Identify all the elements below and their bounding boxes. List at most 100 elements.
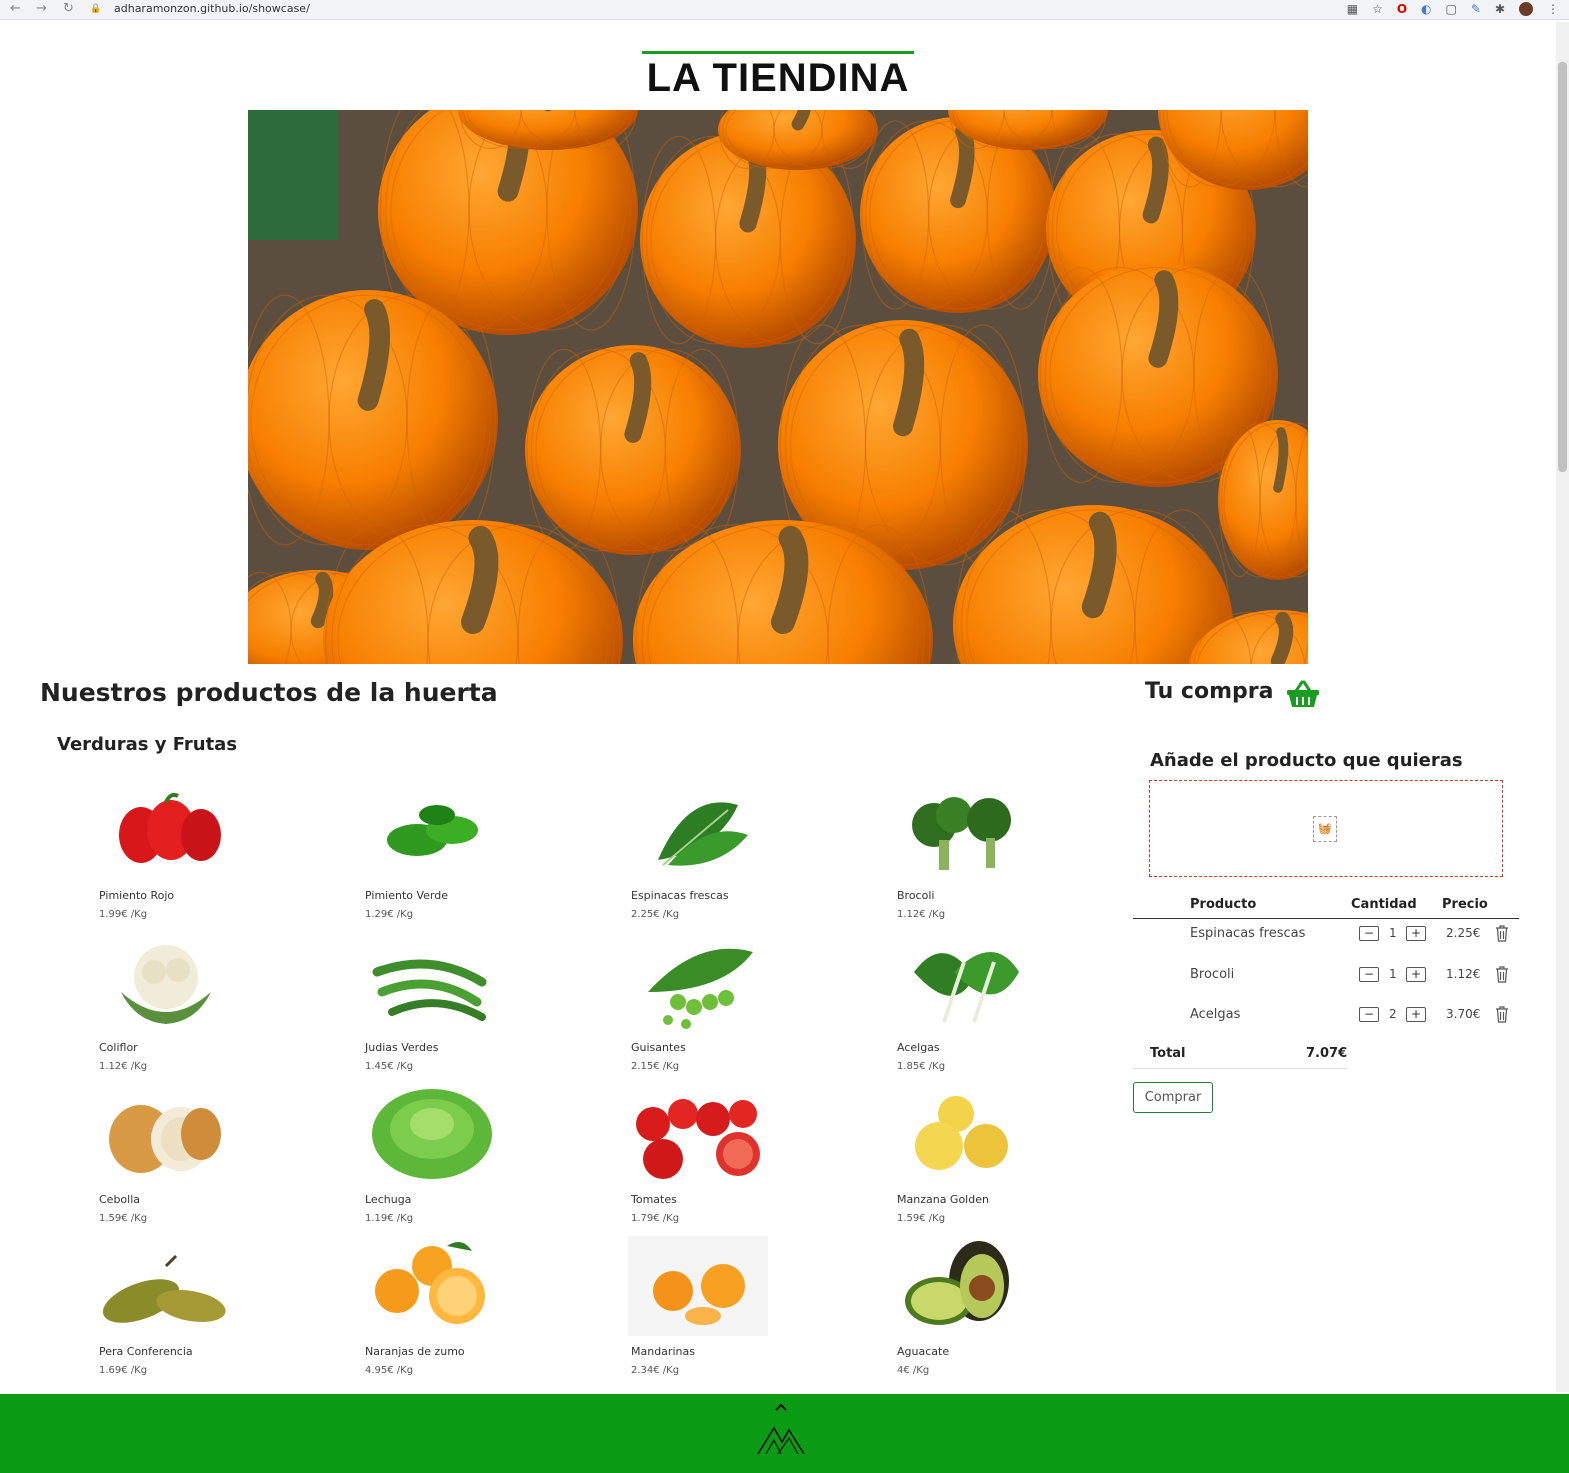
extension-icons: ▦ ☆ O ◐ ▢ ✎ ✱ ⋮	[1347, 1, 1559, 17]
product-card[interactable]: Aguacate 4€ /Kg	[894, 1236, 1160, 1388]
decrease-quantity-button[interactable]: −	[1359, 926, 1379, 941]
products-section-title: Nuestros productos de la huerta	[40, 678, 498, 707]
product-image[interactable]	[96, 1084, 236, 1184]
product-price: 1.29€ /Kg	[365, 909, 414, 920]
product-card[interactable]: Naranjas de zumo 4.95€ /Kg	[362, 1236, 628, 1388]
back-icon[interactable]: ←	[10, 1, 21, 17]
product-name: Guisantes	[631, 1041, 686, 1054]
puzzle-icon[interactable]: ✱	[1495, 1, 1505, 17]
product-name: Cebolla	[99, 1193, 141, 1206]
opera-icon[interactable]: O	[1397, 1, 1407, 17]
avatar[interactable]	[1519, 2, 1533, 16]
product-name: Manzana Golden	[897, 1193, 989, 1206]
product-name: Lechuga	[365, 1193, 412, 1206]
star-icon[interactable]: ☆	[1372, 1, 1383, 17]
menu-icon[interactable]: ⋮	[1547, 1, 1559, 17]
product-image[interactable]	[362, 780, 502, 880]
product-image[interactable]	[628, 780, 768, 880]
product-price: 1.99€ /Kg	[99, 909, 148, 920]
trash-icon[interactable]	[1495, 925, 1509, 942]
pen-icon[interactable]: ✎	[1471, 1, 1481, 17]
product-price: 2.15€ /Kg	[631, 1061, 680, 1072]
product-card[interactable]: Acelgas 1.85€ /Kg	[894, 932, 1160, 1084]
product-price: 1.12€ /Kg	[99, 1061, 148, 1072]
product-price: 1.12€ /Kg	[897, 909, 946, 920]
product-card[interactable]: Pimiento Rojo 1.99€ /Kg	[96, 780, 362, 932]
product-card[interactable]: Lechuga 1.19€ /Kg	[362, 1084, 628, 1236]
product-card[interactable]: Coliflor 1.12€ /Kg	[96, 932, 362, 1084]
browser-toolbar: ← → ↻ 🔒 adharamonzon.github.io/showcase/…	[0, 0, 1569, 20]
product-name: Espinacas frescas	[631, 889, 729, 902]
product-price: 2.34€ /Kg	[631, 1365, 680, 1376]
title-underline	[642, 51, 914, 54]
chevron-up-icon[interactable]	[773, 1402, 789, 1412]
product-image[interactable]	[894, 780, 1034, 880]
product-image[interactable]	[96, 932, 236, 1032]
product-name: Acelgas	[897, 1041, 940, 1054]
lock-icon: 🔒	[90, 4, 102, 14]
trash-icon[interactable]	[1495, 966, 1509, 983]
buy-button[interactable]: Comprar	[1133, 1082, 1213, 1113]
increase-quantity-button[interactable]: +	[1406, 967, 1426, 982]
forward-icon[interactable]: →	[36, 1, 47, 17]
product-image[interactable]	[628, 932, 768, 1032]
reload-icon[interactable]: ↻	[63, 1, 74, 17]
address-bar[interactable]: 🔒 adharamonzon.github.io/showcase/	[90, 1, 1310, 18]
cart-quantity: 2	[1389, 1007, 1397, 1021]
product-price: 1.45€ /Kg	[365, 1061, 414, 1072]
product-card[interactable]: Judias Verdes 1.45€ /Kg	[362, 932, 628, 1084]
product-name: Mandarinas	[631, 1345, 695, 1358]
product-image[interactable]	[894, 1236, 1034, 1336]
product-image[interactable]	[96, 780, 236, 880]
cart-header-divider	[1133, 918, 1519, 919]
pumpkins-image	[248, 110, 1308, 664]
product-card[interactable]: Pera Conferencia 1.69€ /Kg	[96, 1236, 362, 1388]
product-card[interactable]: Guisantes 2.15€ /Kg	[628, 932, 894, 1084]
total-divider	[1133, 1068, 1347, 1069]
product-card[interactable]: Pimiento Verde 1.29€ /Kg	[362, 780, 628, 932]
product-image[interactable]	[362, 1084, 502, 1184]
product-image[interactable]	[894, 1084, 1034, 1184]
product-image[interactable]	[362, 932, 502, 1032]
product-name: Tomates	[631, 1193, 677, 1206]
product-card[interactable]: Espinacas frescas 2.25€ /Kg	[628, 780, 894, 932]
increase-quantity-button[interactable]: +	[1406, 1007, 1426, 1022]
basket-icon[interactable]	[1286, 680, 1320, 708]
cart-title: Tu compra	[1145, 679, 1274, 704]
qr-icon[interactable]: ▦	[1347, 1, 1358, 17]
cart-row: Espinacas frescas − 1 + 2.25€	[1133, 922, 1519, 952]
cart-product-name: Brocoli	[1190, 967, 1235, 982]
cart-price: 1.12€	[1446, 967, 1481, 981]
scrollbar[interactable]	[1556, 22, 1569, 1392]
product-card[interactable]: Cebolla 1.59€ /Kg	[96, 1084, 362, 1236]
product-name: Coliflor	[99, 1041, 138, 1054]
product-card[interactable]: Tomates 1.79€ /Kg	[628, 1084, 894, 1236]
scrollbar-thumb[interactable]	[1558, 62, 1567, 472]
decrease-quantity-button[interactable]: −	[1359, 967, 1379, 982]
extension-icon[interactable]: ◐	[1421, 1, 1431, 17]
product-price: 1.69€ /Kg	[99, 1365, 148, 1376]
product-grid: Pimiento Rojo 1.99€ /Kg Pimiento Verde 1.29…	[96, 780, 1136, 1390]
product-name: Judias Verdes	[365, 1041, 439, 1054]
basket-drop-icon: 🧺	[1313, 816, 1337, 842]
product-image[interactable]	[362, 1236, 502, 1336]
product-price: 1.79€ /Kg	[631, 1213, 680, 1224]
footer	[0, 1394, 1569, 1473]
decrease-quantity-button[interactable]: −	[1359, 1007, 1379, 1022]
product-card[interactable]: Mandarinas 2.34€ /Kg	[628, 1236, 894, 1388]
product-price: 2.25€ /Kg	[631, 909, 680, 920]
product-image[interactable]	[894, 932, 1034, 1032]
product-image[interactable]	[96, 1236, 236, 1336]
cart-price: 2.25€	[1446, 926, 1481, 940]
product-card[interactable]: Brocoli 1.12€ /Kg	[894, 780, 1160, 932]
product-card[interactable]: Manzana Golden 1.59€ /Kg	[894, 1084, 1160, 1236]
product-image[interactable]	[628, 1236, 768, 1336]
increase-quantity-button[interactable]: +	[1406, 926, 1426, 941]
product-name: Aguacate	[897, 1345, 950, 1358]
trash-icon[interactable]	[1495, 1006, 1509, 1023]
blank-extension-icon[interactable]: ▢	[1446, 1, 1457, 17]
product-drop-zone[interactable]: 🧺	[1149, 780, 1503, 877]
product-price: 1.59€ /Kg	[897, 1213, 946, 1224]
product-image[interactable]	[628, 1084, 768, 1184]
product-name: Brocoli	[897, 889, 935, 902]
